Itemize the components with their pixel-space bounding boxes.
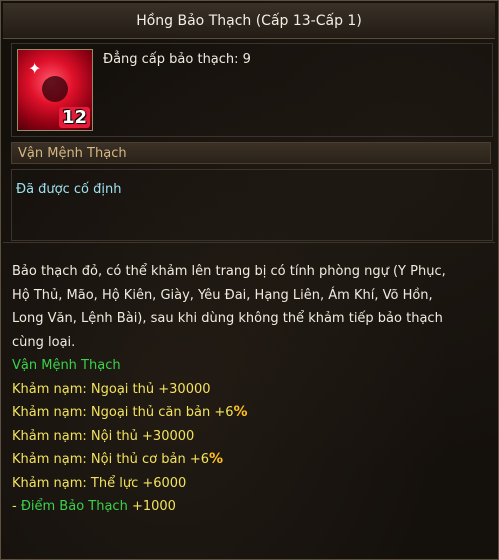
item-tooltip: Hồng Bảo Thạch (Cấp 13-Cấp 1) ✦ 12 Đẳng …: [0, 0, 499, 560]
stat-line: Khảm nạm: Nội thủ cơ bản +6%: [12, 448, 490, 472]
stat-text: Khảm nạm: Nội thủ +30000: [12, 428, 195, 444]
bonus-line: - Điểm Bảo Thạch +1000: [12, 495, 490, 519]
stat-line: Khảm nạm: Thể lực +6000: [12, 472, 490, 496]
description-box: Bảo thạch đỏ, có thể khảm lên trang bị c…: [3, 242, 495, 557]
bonus-prefix: -: [12, 499, 21, 514]
bonus-label: Điểm Bảo Thạch: [20, 499, 128, 514]
set-name: Vận Mệnh Thạch: [12, 358, 121, 373]
description-line: cùng loại.: [12, 334, 76, 350]
percent-sign: %: [233, 404, 248, 420]
stat-text: Khảm nạm: Thể lực +6000: [12, 475, 187, 491]
fixed-status-text: Đã được cố định: [16, 182, 122, 197]
stat-text: Khảm nạm: Ngoại thủ +30000: [12, 381, 211, 397]
description: Bảo thạch đỏ, có thể khảm lên trang bị c…: [12, 260, 490, 519]
stat-line: Khảm nạm: Ngoại thủ +30000: [12, 378, 490, 402]
stat-text: Khảm nạm: Nội thủ cơ bản +6: [12, 452, 210, 467]
gem-level-text: Đẳng cấp bảo thạch: 9: [103, 52, 251, 67]
gem-core: [42, 76, 68, 102]
tooltip-title: Hồng Bảo Thạch (Cấp 13-Cấp 1): [3, 3, 495, 39]
stat-line: Khảm nạm: Nội thủ +30000: [12, 425, 490, 449]
percent-sign: %: [209, 451, 224, 467]
gem-level-badge: 12: [58, 107, 90, 128]
description-line: Bảo thạch đỏ, có thể khảm lên trang bị c…: [12, 264, 446, 279]
bonus-value: +1000: [127, 499, 176, 514]
stat-line: Khảm nạm: Ngoại thủ căn bản +6%: [12, 401, 490, 425]
fixed-status-box: Đã được cố định: [11, 169, 493, 241]
description-line: Long Văn, Lệnh Bài), sau khi dùng không …: [12, 311, 443, 326]
section-label: Vận Mệnh Thạch: [11, 142, 491, 164]
stat-text: Khảm nạm: Ngoại thủ căn bản +6: [12, 405, 234, 420]
sparkle-icon: ✦: [28, 59, 42, 78]
red-gem-icon: ✦ 12: [17, 49, 93, 131]
description-line: Hộ Thủ, Mão, Hộ Kiên, Giày, Yêu Đai, Hạn…: [12, 287, 433, 303]
item-header: ✦ 12 Đẳng cấp bảo thạch: 9: [11, 43, 493, 137]
